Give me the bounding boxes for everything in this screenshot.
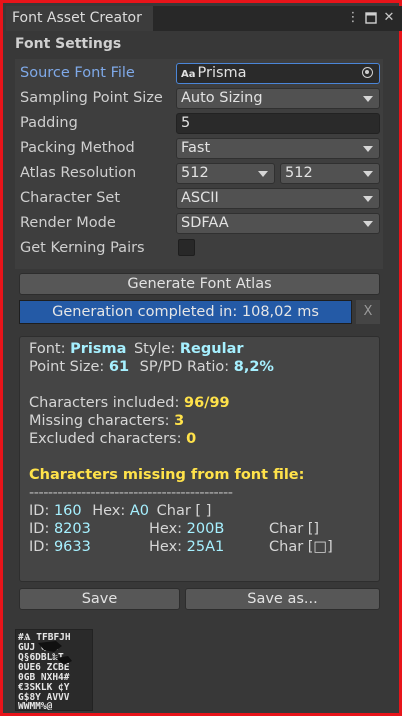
render-mode-dropdown[interactable]: SDFAA [176,213,380,234]
point-size-value: 61 [108,359,130,375]
chevron-down-icon [363,146,373,152]
kerning-pairs-label: Get Kerning Pairs [20,240,145,256]
id-value: 160 [53,503,82,519]
style-label: Style: [133,341,176,357]
atlas-texture-image: #Ѧ TFBFJH GUJ QNN Q§6DBL‰T 0UE6 ZCBE 0GB… [16,630,92,712]
sampling-point-size-value: Auto Sizing [181,90,263,106]
svg-text:WWMM%@: WWMM%@ [18,701,53,710]
generation-progress-bar: Generation completed in: 108,02 ms [19,300,352,324]
missing-characters-line: Missing characters: 3 [29,413,184,429]
atlas-height-dropdown[interactable]: 512 [280,163,380,184]
hex-label: Hex: [92,503,126,519]
char-value: Char [□] [269,539,333,555]
packing-method-value: Fast [181,140,211,156]
hex-label: Hex: [149,539,183,555]
progress-label: Generation completed in: 108,02 ms [52,304,319,320]
hex-label: Hex: [149,521,183,537]
atlas-resolution-label: Atlas Resolution [20,165,137,181]
padding-label: Padding [20,115,78,131]
source-font-label: Source Font File [20,65,135,81]
generation-info-box: Font: Prisma Style: Regular Point Size: … [19,336,380,582]
generate-font-atlas-button[interactable]: Generate Font Atlas [19,273,380,295]
id-value: 8203 [53,521,91,537]
save-as-button[interactable]: Save as... [185,588,380,610]
section-title: Font Settings [15,36,122,52]
hex-value: 25A1 [186,539,225,555]
missing-row: ID: 8203 [29,521,91,537]
window-titlebar: Font Asset Creator ⋮ ✕ [6,6,402,31]
chevron-down-icon [258,171,268,177]
char-value: Char [] [269,521,320,537]
divider: ----------------------------------------… [29,485,233,501]
font-asset-icon: Aa [181,69,196,80]
excluded-characters-label: Excluded characters: [29,431,182,447]
sampling-point-size-label: Sampling Point Size [20,90,163,106]
id-value: 9633 [53,539,91,555]
excluded-characters-line: Excluded characters: 0 [29,431,196,447]
font-atlas-preview[interactable]: #Ѧ TFBFJH GUJ QNN Q§6DBL‰T 0UE6 ZCBE 0GB… [15,629,93,712]
atlas-height-value: 512 [285,165,313,181]
missing-row: ID: 9633 [29,539,91,555]
characters-included-value: 96/99 [183,395,230,411]
ratio-value: 8,2% [233,359,274,375]
packing-method-dropdown[interactable]: Fast [176,138,380,159]
source-font-field[interactable]: Aa Prisma [176,63,380,84]
font-asset-creator-window: Font Asset Creator ⋮ ✕ Font Settings Sou… [0,0,402,716]
object-picker-icon[interactable] [362,67,373,78]
id-label: ID: [29,503,50,519]
excluded-characters-value: 0 [186,431,197,447]
character-set-value: ASCII [181,190,219,206]
atlas-width-dropdown[interactable]: 512 [176,163,275,184]
point-size-line: Point Size: 61 SP/PD Ratio: 8,2% [29,359,274,375]
ratio-label: SP/PD Ratio: [139,359,230,375]
close-icon[interactable]: ✕ [381,9,397,27]
font-label: Font: [29,341,66,357]
cancel-generation-button[interactable]: X [356,300,380,324]
chevron-down-icon [363,221,373,227]
missing-row-hex: Hex: 25A1 [149,539,224,555]
characters-included-line: Characters included: 96/99 [29,395,230,411]
hex-value: A0 [129,503,150,519]
tab-font-asset-creator[interactable]: Font Asset Creator [6,6,153,31]
render-mode-label: Render Mode [20,215,116,231]
character-set-dropdown[interactable]: ASCII [176,188,380,209]
point-size-label: Point Size: [29,359,105,375]
padding-input[interactable]: 5 [176,113,380,134]
style-value: Regular [179,341,244,357]
packing-method-label: Packing Method [20,140,135,156]
source-font-value: Prisma [197,65,247,81]
atlas-width-value: 512 [181,165,209,181]
save-button[interactable]: Save [19,588,180,610]
sampling-point-size-dropdown[interactable]: Auto Sizing [176,88,380,109]
missing-header: Characters missing from font file: [29,467,305,483]
render-mode-value: SDFAA [181,215,229,231]
kebab-menu-icon[interactable]: ⋮ [345,9,361,27]
missing-characters-label: Missing characters: [29,413,170,429]
id-label: ID: [29,521,50,537]
missing-characters-value: 3 [174,413,185,429]
character-set-label: Character Set [20,190,121,206]
kerning-pairs-checkbox[interactable] [178,239,195,256]
chevron-down-icon [363,96,373,102]
missing-row: ID: 160 Hex: A0 Char [ ] [29,503,211,519]
char-value: Char [ ] [156,503,212,519]
font-info-line: Font: Prisma Style: Regular [29,341,244,357]
chevron-down-icon [363,196,373,202]
missing-row-hex: Hex: 200B [149,521,224,537]
maximize-icon[interactable] [363,9,379,27]
settings-panel: Source Font File Aa Prisma Sampling Point… [15,59,383,269]
id-label: ID: [29,539,50,555]
hex-value: 200B [186,521,225,537]
chevron-down-icon [363,171,373,177]
font-value: Prisma [70,341,127,357]
characters-included-label: Characters included: [29,395,180,411]
